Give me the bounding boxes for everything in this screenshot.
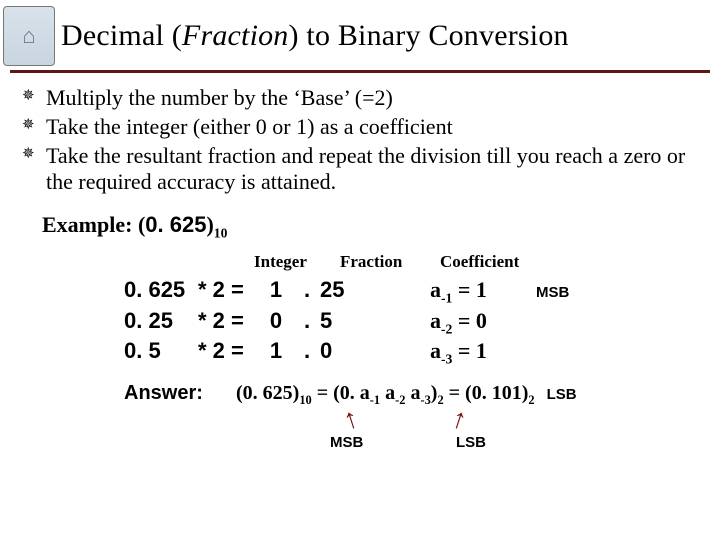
calc-integer: 1 xyxy=(258,276,294,304)
calc-dot: . xyxy=(294,307,320,335)
example-label: Example: ( xyxy=(42,212,145,237)
calc-coef: a-3 = 1 xyxy=(430,337,526,368)
calc-row: 0. 625 * 2 = 1 . 25 a-1 = 1 MSB xyxy=(0,276,720,307)
answer-label: Answer: xyxy=(124,382,236,405)
arrow-up-icon: ↑ xyxy=(447,403,470,438)
logo-icon: ⌂ xyxy=(3,6,55,66)
arrow-up-icon: ↑ xyxy=(339,403,362,438)
lsb-label: LSB xyxy=(547,386,577,403)
bullet-item: Take the resultant fraction and repeat t… xyxy=(22,143,698,197)
header-coefficient: Coefficient xyxy=(440,252,519,272)
calc-op: * 2 = xyxy=(198,337,258,365)
answer-row: Answer: (0. 625)10 = (0. a-1 a-2 a-3)2 =… xyxy=(0,382,720,408)
calc-fraction: 5 xyxy=(320,307,378,335)
title-italic: Fraction xyxy=(182,19,289,52)
bullet-item: Multiply the number by the ‘Base’ (=2) xyxy=(22,85,698,112)
calc-fraction: 25 xyxy=(320,276,378,304)
column-headers: Integer Fraction Coefficient xyxy=(0,252,720,272)
calc-dot: . xyxy=(294,276,320,304)
bullet-item: Take the integer (either 0 or 1) as a co… xyxy=(22,114,698,141)
header-integer: Integer xyxy=(254,252,316,272)
calc-integer: 1 xyxy=(258,337,294,365)
calc-coef: a-1 = 1 xyxy=(430,276,526,307)
calc-op: * 2 = xyxy=(198,276,258,304)
calc-row: 0. 5 * 2 = 1 . 0 a-3 = 1 xyxy=(0,337,720,368)
calculation-block: 0. 625 * 2 = 1 . 25 a-1 = 1 MSB 0. 25 * … xyxy=(0,276,720,369)
example-close: ) xyxy=(206,212,213,237)
example-sub: 10 xyxy=(214,226,228,241)
calc-dot: . xyxy=(294,337,320,365)
calc-coef: a-2 = 0 xyxy=(430,307,526,338)
title-post: ) to Binary Conversion xyxy=(289,19,569,52)
calc-start: 0. 625 xyxy=(124,276,198,304)
calc-start: 0. 25 xyxy=(124,307,198,335)
msb-pointer-label: MSB xyxy=(330,434,363,451)
calc-row: 0. 25 * 2 = 0 . 5 a-2 = 0 xyxy=(0,307,720,338)
calc-op: * 2 = xyxy=(198,307,258,335)
calc-fraction: 0 xyxy=(320,337,378,365)
calc-integer: 0 xyxy=(258,307,294,335)
bullet-list: Multiply the number by the ‘Base’ (=2) T… xyxy=(0,85,720,196)
calc-start: 0. 5 xyxy=(124,337,198,365)
msb-label: MSB xyxy=(536,283,569,302)
arrow-block: ↑ ↑ MSB LSB xyxy=(0,408,720,456)
lsb-pointer-label: LSB xyxy=(456,434,486,451)
slide-header: ⌂ Decimal (Fraction) to Binary Conversio… xyxy=(0,0,720,66)
title-pre: Decimal ( xyxy=(61,19,182,52)
answer-equation: (0. 625)10 = (0. a-1 a-2 a-3)2 = (0. 101… xyxy=(236,382,535,408)
slide-title: Decimal (Fraction) to Binary Conversion xyxy=(61,19,569,53)
example-line: Example: (0. 625)10 xyxy=(42,212,720,241)
example-num: 0. 625 xyxy=(145,212,206,237)
header-fraction: Fraction xyxy=(340,252,430,272)
title-rule xyxy=(10,70,710,73)
